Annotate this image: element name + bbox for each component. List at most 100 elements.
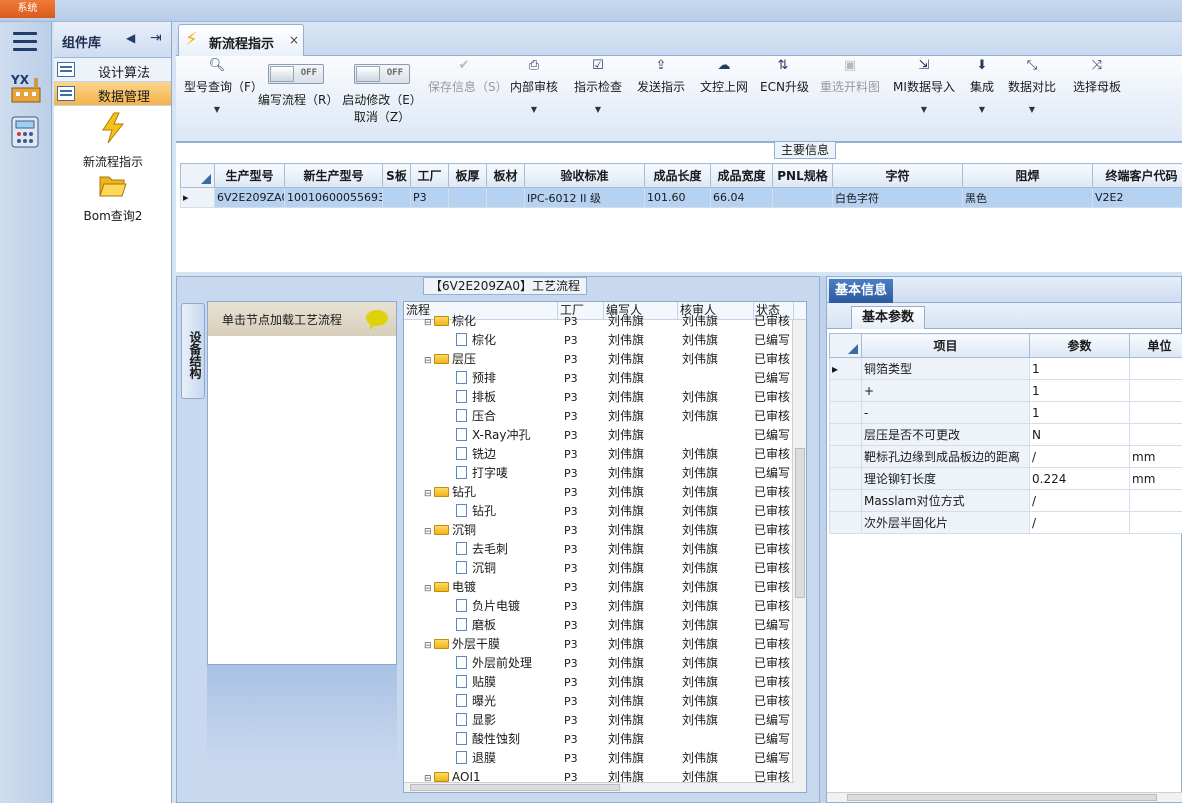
col-header[interactable]: 新生产型号 xyxy=(284,163,383,188)
table-cell[interactable]: 101.60 xyxy=(644,187,711,208)
tree-node[interactable]: 曝光 xyxy=(404,692,558,711)
param-value[interactable]: 0.224 xyxy=(1029,467,1130,490)
col-header[interactable]: S板 xyxy=(382,163,411,188)
collapse-toggle-icon[interactable]: ⊟ xyxy=(424,485,434,502)
col-header[interactable]: 阻焊 xyxy=(962,163,1093,188)
calculator-icon[interactable] xyxy=(8,114,44,150)
load-flow-header[interactable]: 单击节点加载工艺流程 xyxy=(208,302,396,336)
table-cell[interactable] xyxy=(382,187,411,208)
factory-icon[interactable]: YX xyxy=(8,70,44,106)
param-value[interactable]: / xyxy=(1029,489,1130,512)
tab-new-flow-indicator[interactable]: ⚡ 新流程指示 × xyxy=(178,24,304,56)
table-row[interactable]: ▸ 铜箔类型 1 xyxy=(829,357,1182,380)
tree-group-row[interactable]: ⊟ 电镀 P3 刘伟旗 刘伟旗 已审核 xyxy=(404,578,806,597)
upload-docs-button[interactable]: ☁ 文控上网 xyxy=(698,56,750,136)
col-header[interactable]: PNL规格 xyxy=(772,163,833,188)
tree-node[interactable]: 铣边 xyxy=(404,445,558,464)
col-header[interactable]: 板厚 xyxy=(448,163,487,188)
model-query-button[interactable]: 🔍︎ 型号查询（F） ▼ xyxy=(184,56,263,136)
tree-node[interactable]: ⊟ 棕化 xyxy=(404,312,558,331)
col-header[interactable]: 工厂 xyxy=(410,163,449,188)
start-modify-toggle[interactable]: OFF 启动修改（E） 取消（Z） xyxy=(342,56,422,136)
collapse-toggle-icon[interactable]: ⊟ xyxy=(424,580,434,597)
col-header[interactable]: 项目 xyxy=(861,333,1030,358)
tree-node[interactable]: ⊟ 层压 xyxy=(404,350,558,369)
col-header[interactable]: 单位 xyxy=(1129,333,1182,358)
grid-corner[interactable] xyxy=(180,163,215,188)
tab-basic-params[interactable]: 基本参数 xyxy=(851,306,926,329)
col-header[interactable]: 成品宽度 xyxy=(710,163,773,188)
toggle-switch[interactable]: OFF xyxy=(354,64,410,84)
lib-item-data-management[interactable]: 数据管理 xyxy=(54,82,171,106)
collapse-left-icon[interactable]: ◀ xyxy=(126,31,135,45)
tree-node[interactable]: 外层前处理 xyxy=(404,654,558,673)
tree-leaf-row[interactable]: 预排 P3 刘伟旗 已编写 xyxy=(404,369,806,388)
table-row[interactable]: Masslam对位方式 / xyxy=(829,489,1182,512)
table-cell[interactable]: IPC-6012 II 级 xyxy=(524,187,645,208)
reselect-material-button[interactable]: ▣ 重选开料图 xyxy=(818,56,882,136)
lib-item-design-algorithm[interactable]: 设计算法 xyxy=(54,58,171,82)
tree-group-row[interactable]: ⊟ 棕化 P3 刘伟旗 刘伟旗 已审核 xyxy=(404,312,806,331)
grid-corner[interactable] xyxy=(829,333,862,358)
internal-review-button[interactable]: ⎙ 内部审核 ▼ xyxy=(508,56,560,136)
collapse-toggle-icon[interactable]: ⊟ xyxy=(424,352,434,369)
tree-leaf-row[interactable]: 压合 P3 刘伟旗 刘伟旗 已审核 xyxy=(404,407,806,426)
table-cell[interactable]: V2E2 xyxy=(1092,187,1182,208)
col-header[interactable]: 字符 xyxy=(832,163,963,188)
tree-node[interactable]: ⊟ 电镀 xyxy=(404,578,558,597)
tree-node[interactable]: 去毛刺 xyxy=(404,540,558,559)
param-value[interactable]: / xyxy=(1029,445,1130,468)
tree-node[interactable]: 贴膜 xyxy=(404,673,558,692)
table-row[interactable]: -1 xyxy=(829,401,1182,424)
lib-bom-query[interactable]: Bom查询2 xyxy=(54,172,172,224)
tree-node[interactable]: 预排 xyxy=(404,369,558,388)
tab-device-structure[interactable]: 设备结构 xyxy=(181,303,205,399)
param-value[interactable]: 1 xyxy=(1029,379,1130,402)
tree-leaf-row[interactable]: 负片电镀 P3 刘伟旗 刘伟旗 已审核 xyxy=(404,597,806,616)
param-value[interactable]: / xyxy=(1029,511,1130,534)
table-row[interactable]: ▸ 6V2E209ZA0 10010600055693 P3 IPC-6012 II 级… xyxy=(180,187,1182,208)
tree-node[interactable]: 酸性蚀刻 xyxy=(404,730,558,749)
col-header[interactable]: 成品长度 xyxy=(644,163,711,188)
tree-node[interactable]: 沉铜 xyxy=(404,559,558,578)
write-flow-toggle[interactable]: OFF 编写流程（R） xyxy=(258,56,338,136)
col-header[interactable]: 板材 xyxy=(486,163,525,188)
tree-group-row[interactable]: ⊟ 层压 P3 刘伟旗 刘伟旗 已审核 xyxy=(404,350,806,369)
tree-node[interactable]: 显影 xyxy=(404,711,558,730)
horizontal-scrollbar[interactable] xyxy=(404,782,794,792)
tab-basic-info[interactable]: 基本信息 xyxy=(829,279,894,303)
tree-node[interactable]: 负片电镀 xyxy=(404,597,558,616)
tree-node[interactable]: ⊟ 钻孔 xyxy=(404,483,558,502)
select-mother-board-button[interactable]: ⤨ 选择母板 xyxy=(1070,56,1124,136)
lib-new-flow-indicator[interactable]: 新流程指示 xyxy=(54,112,172,170)
tree-leaf-row[interactable]: 铣边 P3 刘伟旗 刘伟旗 已审核 xyxy=(404,445,806,464)
tree-node[interactable]: ⊟ 外层干膜 xyxy=(404,635,558,654)
table-row[interactable]: 理论铆钉长度 0.224 mm xyxy=(829,467,1182,490)
col-header[interactable]: 验收标准 xyxy=(524,163,645,188)
tree-leaf-row[interactable]: 显影 P3 刘伟旗 刘伟旗 已编写 xyxy=(404,711,806,730)
collapse-toggle-icon[interactable]: ⊟ xyxy=(424,314,434,331)
ecn-upgrade-button[interactable]: ⇅ ECN升级 xyxy=(760,56,809,136)
col-header[interactable]: 终端客户代码 xyxy=(1092,163,1182,188)
close-icon[interactable]: × xyxy=(289,33,299,47)
table-row[interactable]: 靶标孔边缘到成品板边的距离 / mm xyxy=(829,445,1182,468)
tree-node[interactable]: 压合 xyxy=(404,407,558,426)
tree-leaf-row[interactable]: 酸性蚀刻 P3 刘伟旗 已编写 xyxy=(404,730,806,749)
table-cell[interactable]: P3 xyxy=(410,187,449,208)
tree-leaf-row[interactable]: 退膜 P3 刘伟旗 刘伟旗 已编写 xyxy=(404,749,806,768)
horizontal-scrollbar[interactable] xyxy=(827,792,1182,802)
compare-button[interactable]: ⤡ 数据对比 ▼ xyxy=(1006,56,1058,136)
tree-group-row[interactable]: ⊟ 沉铜 P3 刘伟旗 刘伟旗 已审核 xyxy=(404,521,806,540)
tree-node[interactable]: 排板 xyxy=(404,388,558,407)
table-row[interactable]: 次外层半固化片 / xyxy=(829,511,1182,534)
table-cell[interactable] xyxy=(772,187,833,208)
tree-leaf-row[interactable]: 磨板 P3 刘伟旗 刘伟旗 已编写 xyxy=(404,616,806,635)
table-cell[interactable]: 66.04 xyxy=(710,187,773,208)
table-row[interactable]: +1 xyxy=(829,379,1182,402)
param-value[interactable]: N xyxy=(1029,423,1130,446)
menu-icon[interactable] xyxy=(13,32,37,52)
integrate-button[interactable]: ⬇ 集成 ▼ xyxy=(966,56,998,136)
toggle-switch[interactable]: OFF xyxy=(268,64,324,84)
table-cell[interactable]: 10010600055693 xyxy=(284,187,383,208)
tree-leaf-row[interactable]: X-Ray冲孔 P3 刘伟旗 已编写 xyxy=(404,426,806,445)
